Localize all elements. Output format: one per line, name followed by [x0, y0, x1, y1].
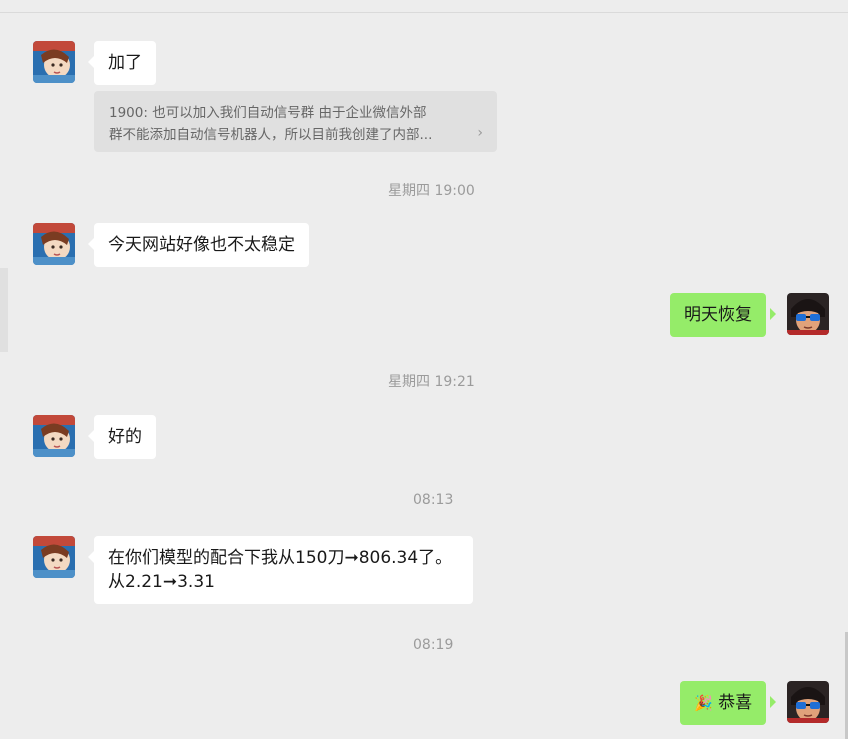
message-text: 加了 — [108, 53, 142, 73]
message-bubble[interactable]: 加了 — [94, 41, 156, 85]
message-timestamp: 星期四 19:00 — [388, 183, 475, 199]
message-bubble[interactable]: 在你们模型的配合下我从150刀➞806.34了。 从2.21➞3.31 — [94, 536, 473, 604]
chevron-right-icon[interactable]: › — [477, 122, 483, 144]
message-timestamp: 08:13 — [413, 492, 454, 508]
message-bubble[interactable]: 好的 — [94, 415, 156, 459]
message-text: 恭喜 — [718, 693, 753, 713]
self-avatar[interactable] — [787, 681, 829, 723]
contact-avatar[interactable] — [33, 41, 75, 83]
bubble-tail — [770, 308, 776, 320]
contact-avatar[interactable] — [33, 223, 75, 265]
quote-line-1: 1900: 也可以加入我们自动信号群 由于企业微信外部 — [109, 105, 427, 121]
party-popper-icon: 🎉 — [694, 694, 713, 712]
contact-avatar[interactable] — [33, 536, 75, 578]
quote-line-2: 群不能添加自动信号机器人，所以目前我创建了内部... — [109, 127, 433, 143]
message-text: 明天恢复 — [684, 305, 752, 325]
message-timestamp: 08:19 — [413, 637, 454, 653]
top-divider — [0, 12, 848, 13]
contact-avatar[interactable] — [33, 415, 75, 457]
message-timestamp: 星期四 19:21 — [388, 374, 475, 390]
message-bubble[interactable]: 今天网站好像也不太稳定 — [94, 223, 309, 267]
message-text: 今天网站好像也不太稳定 — [108, 235, 295, 255]
quoted-message[interactable]: 1900: 也可以加入我们自动信号群 由于企业微信外部 群不能添加自动信号机器人… — [94, 91, 497, 152]
sidebar-edge — [0, 268, 8, 352]
self-avatar[interactable] — [787, 293, 829, 335]
message-bubble-self[interactable]: 明天恢复 — [670, 293, 766, 337]
message-text: 好的 — [108, 427, 142, 447]
bubble-tail — [770, 696, 776, 708]
message-text-line-1: 在你们模型的配合下我从150刀➞806.34了。 — [108, 548, 453, 568]
message-bubble-self[interactable]: 🎉 恭喜 — [680, 681, 767, 725]
message-text-line-2: 从2.21➞3.31 — [108, 572, 215, 592]
